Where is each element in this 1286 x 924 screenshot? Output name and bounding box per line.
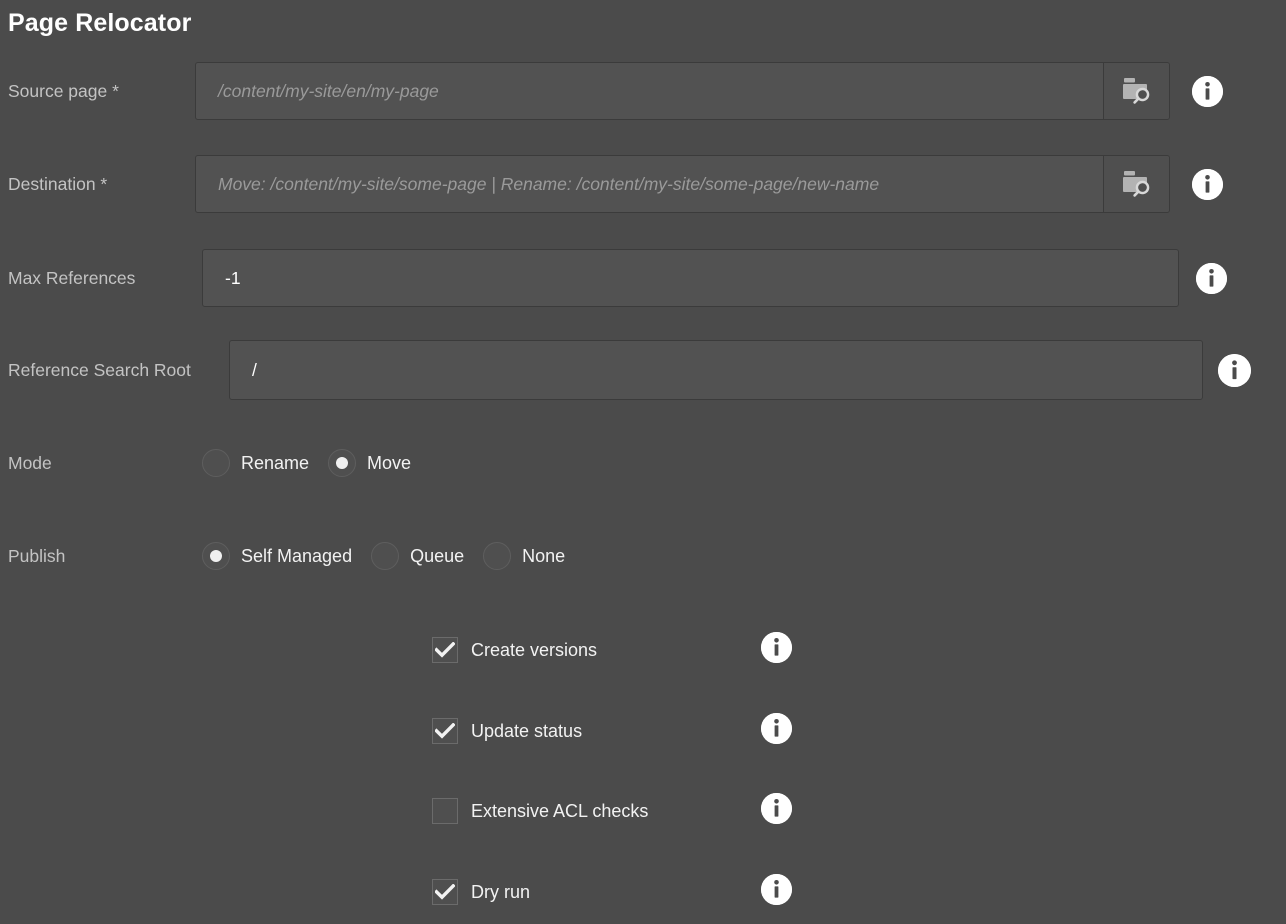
publish-option-queue-label: Queue bbox=[410, 545, 465, 566]
checkbox-create-versions-label: Create versions bbox=[471, 639, 598, 660]
destination-info-icon[interactable] bbox=[1192, 168, 1223, 200]
radio-selected-icon[interactable] bbox=[202, 542, 230, 570]
mode-option-move[interactable]: Move bbox=[328, 449, 411, 477]
field-row-publish: Publish Self Managed Queue None bbox=[8, 541, 565, 571]
mode-option-move-label: Move bbox=[367, 452, 412, 473]
checkbox-dry-run[interactable] bbox=[432, 879, 458, 905]
extensive-acl-checks-info-icon[interactable] bbox=[761, 793, 792, 824]
publish-radio-group: Self Managed Queue None bbox=[202, 542, 565, 570]
max-references-info-icon[interactable] bbox=[1196, 262, 1227, 294]
source-page-picker-button[interactable] bbox=[1103, 63, 1169, 119]
folder-search-icon bbox=[1121, 169, 1153, 199]
source-page-placeholder: /content/my-site/en/my-page bbox=[218, 80, 439, 101]
source-page-input-shell[interactable]: /content/my-site/en/my-page bbox=[195, 62, 1170, 120]
checkbox-row-dry-run: Dry run bbox=[432, 874, 812, 907]
radio-selected-icon[interactable] bbox=[328, 449, 357, 477]
destination-input[interactable]: Move: /content/my-site/some-page | Renam… bbox=[196, 156, 1103, 212]
folder-search-icon bbox=[1121, 76, 1153, 106]
reference-search-root-label: Reference Search Root bbox=[8, 360, 191, 380]
reference-search-root-info-icon[interactable] bbox=[1218, 353, 1251, 387]
publish-option-none[interactable]: None bbox=[483, 542, 565, 570]
update-status-info-icon[interactable] bbox=[761, 713, 792, 744]
dry-run-info-icon[interactable] bbox=[761, 874, 792, 905]
destination-input-shell[interactable]: Move: /content/my-site/some-page | Renam… bbox=[195, 155, 1170, 213]
field-row-destination: Destination * Move: /content/my-site/som… bbox=[8, 154, 1278, 214]
publish-option-self-managed-label: Self Managed bbox=[241, 545, 353, 566]
max-references-label: Max References bbox=[8, 268, 136, 288]
destination-picker-button[interactable] bbox=[1103, 156, 1169, 212]
destination-placeholder: Move: /content/my-site/some-page | Renam… bbox=[218, 173, 880, 194]
source-page-label: Source page * bbox=[8, 81, 119, 101]
mode-option-rename-label: Rename bbox=[241, 452, 310, 473]
checkbox-update-status-label: Update status bbox=[471, 720, 583, 741]
field-row-reference-search-root: Reference Search Root / bbox=[8, 339, 1286, 401]
publish-label: Publish bbox=[8, 546, 66, 566]
destination-label: Destination * bbox=[8, 174, 108, 194]
max-references-input-shell[interactable]: -1 bbox=[202, 249, 1179, 307]
max-references-value: -1 bbox=[225, 267, 241, 288]
checkbox-extensive-acl-checks-label: Extensive ACL checks bbox=[471, 800, 649, 821]
reference-search-root-input-shell[interactable]: / bbox=[229, 340, 1203, 400]
checkbox-create-versions[interactable] bbox=[432, 637, 458, 663]
page-title: Page Relocator bbox=[8, 9, 192, 37]
mode-radio-group: Rename Move bbox=[202, 449, 411, 477]
publish-option-none-label: None bbox=[522, 545, 566, 566]
checkbox-extensive-acl-checks[interactable] bbox=[432, 798, 458, 824]
checkbox-row-extensive-acl-checks: Extensive ACL checks bbox=[432, 793, 812, 826]
max-references-input[interactable]: -1 bbox=[203, 250, 1178, 306]
publish-option-queue[interactable]: Queue bbox=[371, 542, 464, 570]
create-versions-info-icon[interactable] bbox=[761, 632, 792, 663]
field-row-source-page: Source page * /content/my-site/en/my-pag… bbox=[8, 61, 1278, 121]
checkbox-row-update-status: Update status bbox=[432, 713, 812, 746]
source-page-info-icon[interactable] bbox=[1192, 75, 1223, 107]
source-page-input[interactable]: /content/my-site/en/my-page bbox=[196, 63, 1103, 119]
check-icon bbox=[435, 884, 455, 900]
field-row-mode: Mode Rename Move bbox=[8, 448, 411, 478]
reference-search-root-input[interactable]: / bbox=[230, 341, 1202, 399]
reference-search-root-value: / bbox=[252, 359, 257, 380]
radio-icon[interactable] bbox=[202, 449, 230, 477]
radio-icon[interactable] bbox=[483, 542, 512, 570]
radio-icon[interactable] bbox=[371, 542, 400, 570]
mode-label: Mode bbox=[8, 453, 52, 473]
field-row-max-references: Max References -1 bbox=[8, 248, 1278, 308]
checkbox-dry-run-label: Dry run bbox=[471, 881, 531, 902]
publish-option-self-managed[interactable]: Self Managed bbox=[202, 542, 352, 570]
check-icon bbox=[435, 723, 455, 739]
check-icon bbox=[435, 642, 455, 658]
checkbox-update-status[interactable] bbox=[432, 718, 458, 744]
mode-option-rename[interactable]: Rename bbox=[202, 449, 309, 477]
checkbox-row-create-versions: Create versions bbox=[432, 632, 812, 665]
